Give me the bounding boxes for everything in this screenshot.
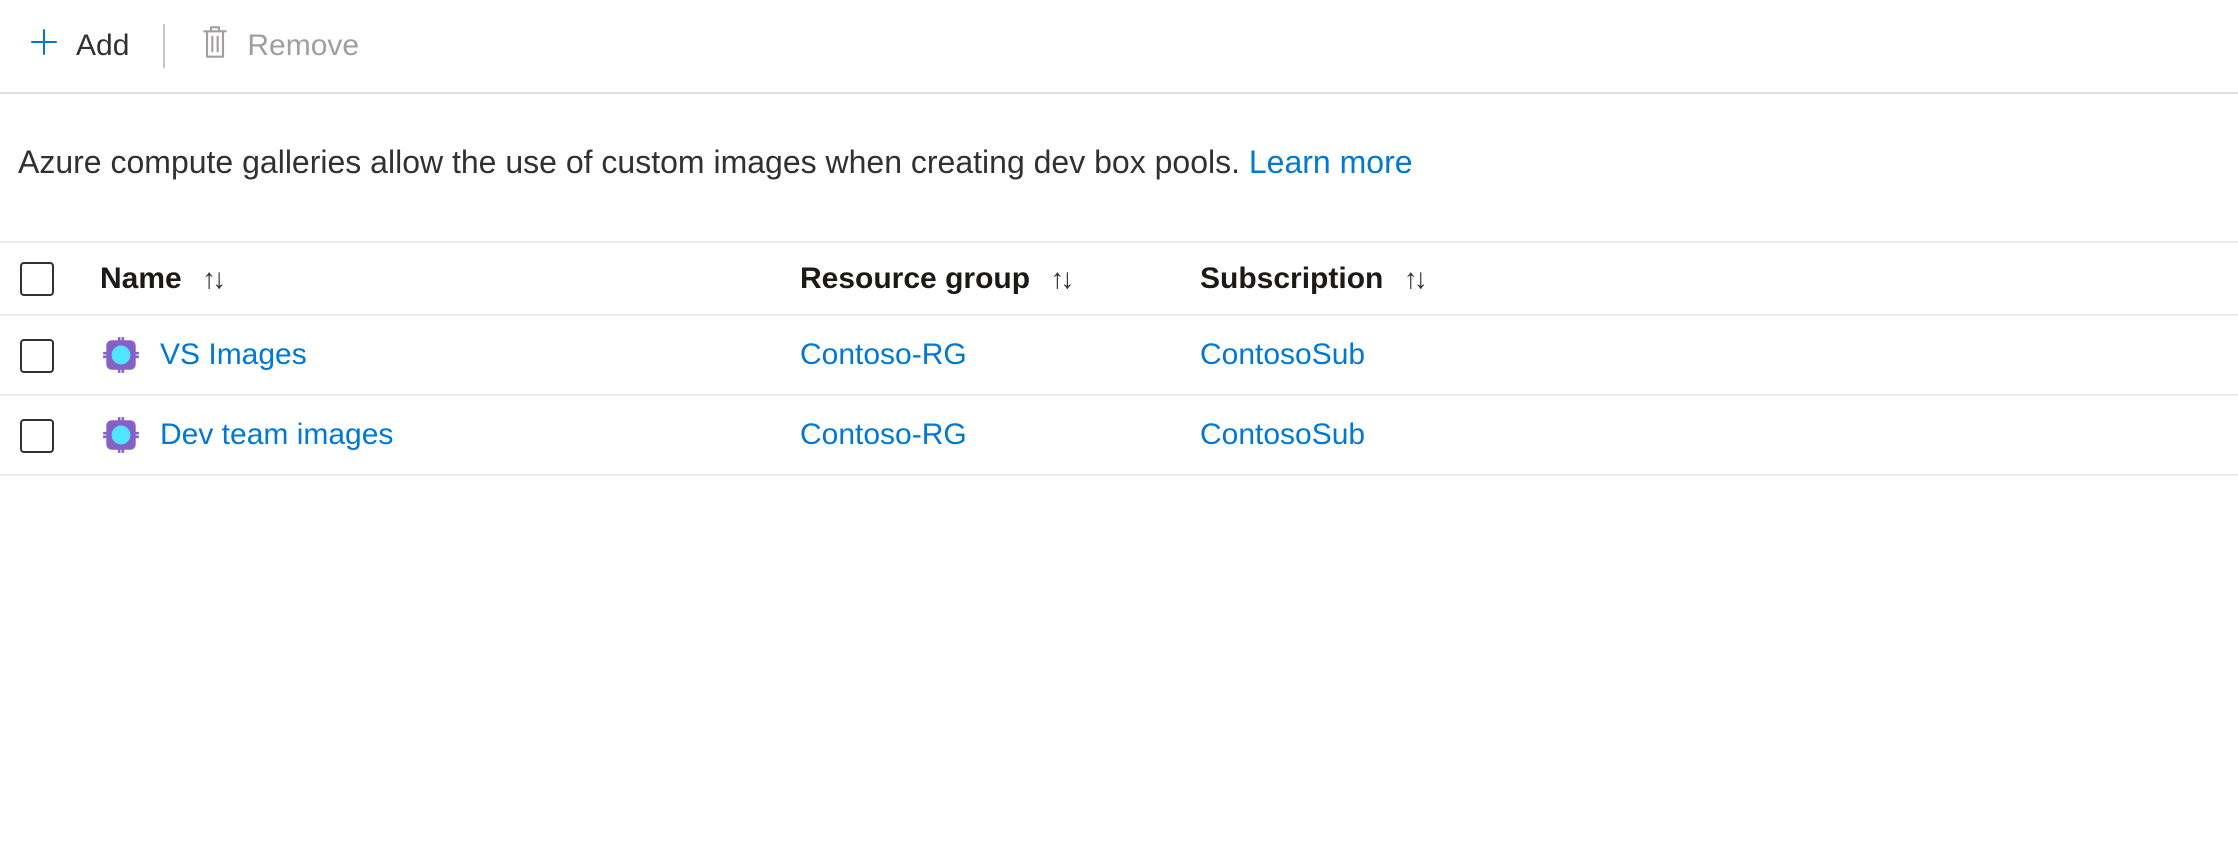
column-header-rg-label: Resource group — [800, 262, 1030, 295]
column-header-subscription[interactable]: Subscription ↑↓ — [1180, 242, 2238, 315]
add-button[interactable]: Add — [24, 22, 133, 70]
subscription-link[interactable]: ContosoSub — [1200, 418, 1365, 451]
trash-icon — [199, 22, 231, 70]
column-header-resource-group[interactable]: Resource group ↑↓ — [780, 242, 1180, 315]
remove-button[interactable]: Remove — [195, 18, 363, 74]
toolbar-divider — [163, 24, 165, 68]
resource-group-link[interactable]: Contoso-RG — [800, 418, 967, 451]
gallery-icon — [100, 334, 142, 376]
resource-group-link[interactable]: Contoso-RG — [800, 338, 967, 371]
gallery-name-link[interactable]: Dev team images — [160, 418, 393, 452]
description: Azure compute galleries allow the use of… — [0, 94, 2238, 241]
galleries-table: Name ↑↓ Resource group ↑↓ Subscription ↑… — [0, 241, 2238, 476]
column-header-sub-label: Subscription — [1200, 262, 1383, 295]
learn-more-link[interactable]: Learn more — [1249, 144, 1413, 180]
row-checkbox[interactable] — [20, 419, 54, 453]
sort-icon: ↑↓ — [1050, 263, 1070, 295]
description-text: Azure compute galleries allow the use of… — [18, 144, 1249, 180]
sort-icon: ↑↓ — [202, 263, 222, 295]
plus-icon — [28, 26, 60, 66]
row-checkbox[interactable] — [20, 339, 54, 373]
remove-label: Remove — [247, 29, 359, 63]
subscription-link[interactable]: ContosoSub — [1200, 338, 1365, 371]
column-header-name-label: Name — [100, 262, 182, 295]
sort-icon: ↑↓ — [1404, 263, 1424, 295]
toolbar: Add Remove — [0, 0, 2238, 94]
select-all-checkbox[interactable] — [20, 262, 54, 296]
gallery-name-link[interactable]: VS Images — [160, 338, 307, 372]
add-label: Add — [76, 29, 129, 63]
column-header-name[interactable]: Name ↑↓ — [80, 242, 780, 315]
gallery-icon — [100, 414, 142, 456]
table-row: Dev team images Contoso-RG ContosoSub — [0, 395, 2238, 475]
table-header-row: Name ↑↓ Resource group ↑↓ Subscription ↑… — [0, 242, 2238, 315]
table-row: VS Images Contoso-RG ContosoSub — [0, 315, 2238, 395]
